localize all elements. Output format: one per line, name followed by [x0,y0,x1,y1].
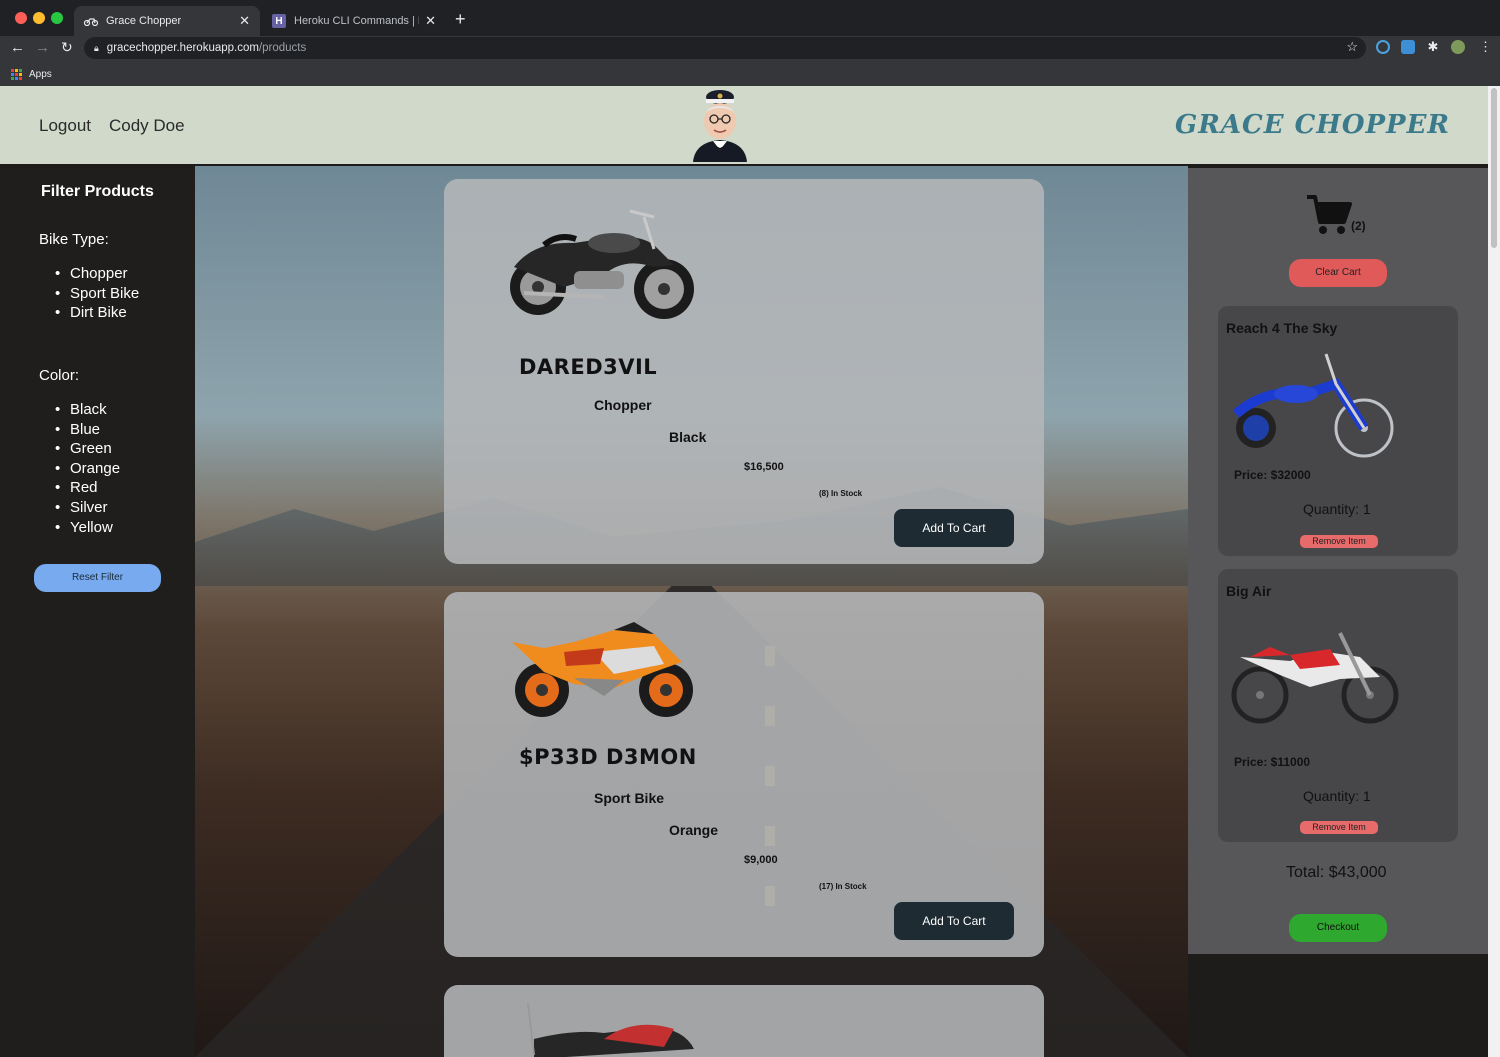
site-header: Logout Cody Doe GRACE CHOPPER [0,86,1500,166]
clear-cart-button[interactable]: Clear Cart [1289,259,1387,287]
cart-item-name: Big Air [1226,583,1272,599]
filter-color-red[interactable]: Red [55,478,120,498]
tab-heroku[interactable]: H Heroku CLI Commands | Heroku ✕ [262,6,446,36]
product-stock: (8) In Stock [819,489,863,498]
browser-toolbar: ← → ↻ 🔒︎ gracechopper.herokuapp.com/prod… [0,36,1500,62]
cart-item-price: Price: $11000 [1234,755,1311,769]
cruiser-bike-image[interactable] [514,999,704,1057]
filter-sidebar: Filter Products Bike Type: Chopper Sport… [0,168,195,1057]
shopping-cart-icon[interactable] [1306,194,1352,236]
back-arrow-icon[interactable]: ← [10,39,25,56]
cart-item-name: Reach 4 The Sky [1226,320,1338,336]
product-type: Chopper [594,397,652,413]
extension-grid-icon[interactable] [1401,40,1415,54]
cart-item-quantity: Quantity: 1 [1303,788,1371,804]
reload-icon[interactable]: ↻ [61,39,73,56]
cart-total: Total: $43,000 [1286,864,1387,881]
product-type: Sport Bike [594,790,665,806]
product-name[interactable]: DARED3VIL [519,355,657,379]
remove-item-button[interactable]: Remove Item [1300,535,1378,548]
lock-icon: 🔒︎ [94,42,99,53]
filter-color-yellow[interactable]: Yellow [55,518,120,538]
zoom-window-icon[interactable] [51,12,63,24]
filter-color-blue[interactable]: Blue [55,420,120,440]
url-path: /products [258,42,307,54]
close-window-icon[interactable] [15,12,27,24]
logout-link[interactable]: Logout [39,116,91,136]
close-tab-icon[interactable]: ✕ [425,13,436,29]
brand-logo-text[interactable]: GRACE CHOPPER [1175,110,1450,140]
filter-title: Filter Products [41,183,154,200]
add-to-cart-button[interactable]: Add To Cart [894,509,1014,547]
remove-item-button[interactable]: Remove Item [1300,821,1378,834]
filter-color-silver[interactable]: Silver [55,498,120,518]
filter-color-black[interactable]: Black [55,400,120,420]
tab-title: Grace Chopper [106,15,182,27]
product-card: DARED3VIL Chopper Black $16,500 (8) In S… [444,179,1044,564]
bike-type-list: Chopper Sport Bike Dirt Bike [55,264,139,323]
close-tab-icon[interactable]: ✕ [239,13,250,29]
filter-color-green[interactable]: Green [55,439,120,459]
product-stock: (17) In Stock [819,882,867,891]
cart-item-image [1231,632,1399,724]
product-color: Black [669,429,707,445]
bike-type-label: Bike Type: [39,231,109,248]
color-list: Black Blue Green Orange Red Silver Yello… [55,400,120,537]
filter-type-sport-bike[interactable]: Sport Bike [55,284,139,304]
apps-bookmark[interactable]: Apps [29,69,52,80]
filter-color-orange[interactable]: Orange [55,459,120,479]
tab-grace-chopper[interactable]: Grace Chopper ✕ [74,6,260,36]
sport-bike-image[interactable] [504,612,704,722]
new-tab-icon[interactable]: + [455,9,466,30]
add-to-cart-button[interactable]: Add To Cart [894,902,1014,940]
forward-arrow-icon[interactable]: → [35,39,50,56]
product-price: $16,500 [744,461,784,473]
page-content: Logout Cody Doe GRACE CHOPPER Filter Pro… [0,86,1500,1057]
cart-item-quantity: Quantity: 1 [1303,501,1371,517]
apps-grid-icon[interactable] [11,68,22,80]
bookmarks-bar: Apps [0,62,1500,86]
filter-type-chopper[interactable]: Chopper [55,264,139,284]
minimize-window-icon[interactable] [33,12,45,24]
cart-panel: (2) Clear Cart Reach 4 The Sky Price: $3… [1188,168,1488,954]
product-color: Orange [669,822,719,838]
browser-tab-bar: Grace Chopper ✕ H Heroku CLI Commands | … [0,0,1500,36]
cart-count-badge: (2) [1351,219,1366,233]
user-name-link[interactable]: Cody Doe [109,116,185,136]
captain-logo-icon[interactable] [687,88,753,162]
bookmark-star-icon[interactable]: ☆ [1346,39,1358,55]
cart-item-image [1232,353,1394,458]
filter-type-dirt-bike[interactable]: Dirt Bike [55,303,139,323]
motorcycle-favicon-icon [84,14,98,28]
react-devtools-icon[interactable] [1376,40,1390,54]
heroku-favicon-icon: H [272,14,286,28]
browser-menu-icon[interactable]: ⋮ [1479,40,1493,54]
product-card: $P33D D3MON Sport Bike Orange $9,000 (17… [444,592,1044,957]
checkout-button[interactable]: Checkout [1289,914,1387,942]
cart-item: Big Air Price: $11000 Quantity: 1 Remove… [1218,569,1458,842]
profile-avatar-icon[interactable] [1451,40,1465,54]
cart-item-price: Price: $32000 [1234,468,1311,482]
reset-filter-button[interactable]: Reset Filter [34,564,161,592]
scrollbar-thumb[interactable] [1491,88,1497,248]
color-label: Color: [39,367,80,384]
address-bar[interactable]: 🔒︎ gracechopper.herokuapp.com/products ☆ [84,37,1366,59]
product-card [444,985,1044,1057]
url-host: gracechopper.herokuapp.com [106,42,259,54]
product-price: $9,000 [744,854,778,866]
product-name[interactable]: $P33D D3MON [519,745,697,769]
page-scrollbar[interactable] [1488,86,1500,1057]
cart-item: Reach 4 The Sky Price: $32000 Quantity: … [1218,306,1458,556]
tab-title: Heroku CLI Commands | Heroku [294,15,419,27]
extensions-puzzle-icon[interactable]: ✱ [1426,40,1440,54]
chopper-bike-image[interactable] [504,197,699,325]
